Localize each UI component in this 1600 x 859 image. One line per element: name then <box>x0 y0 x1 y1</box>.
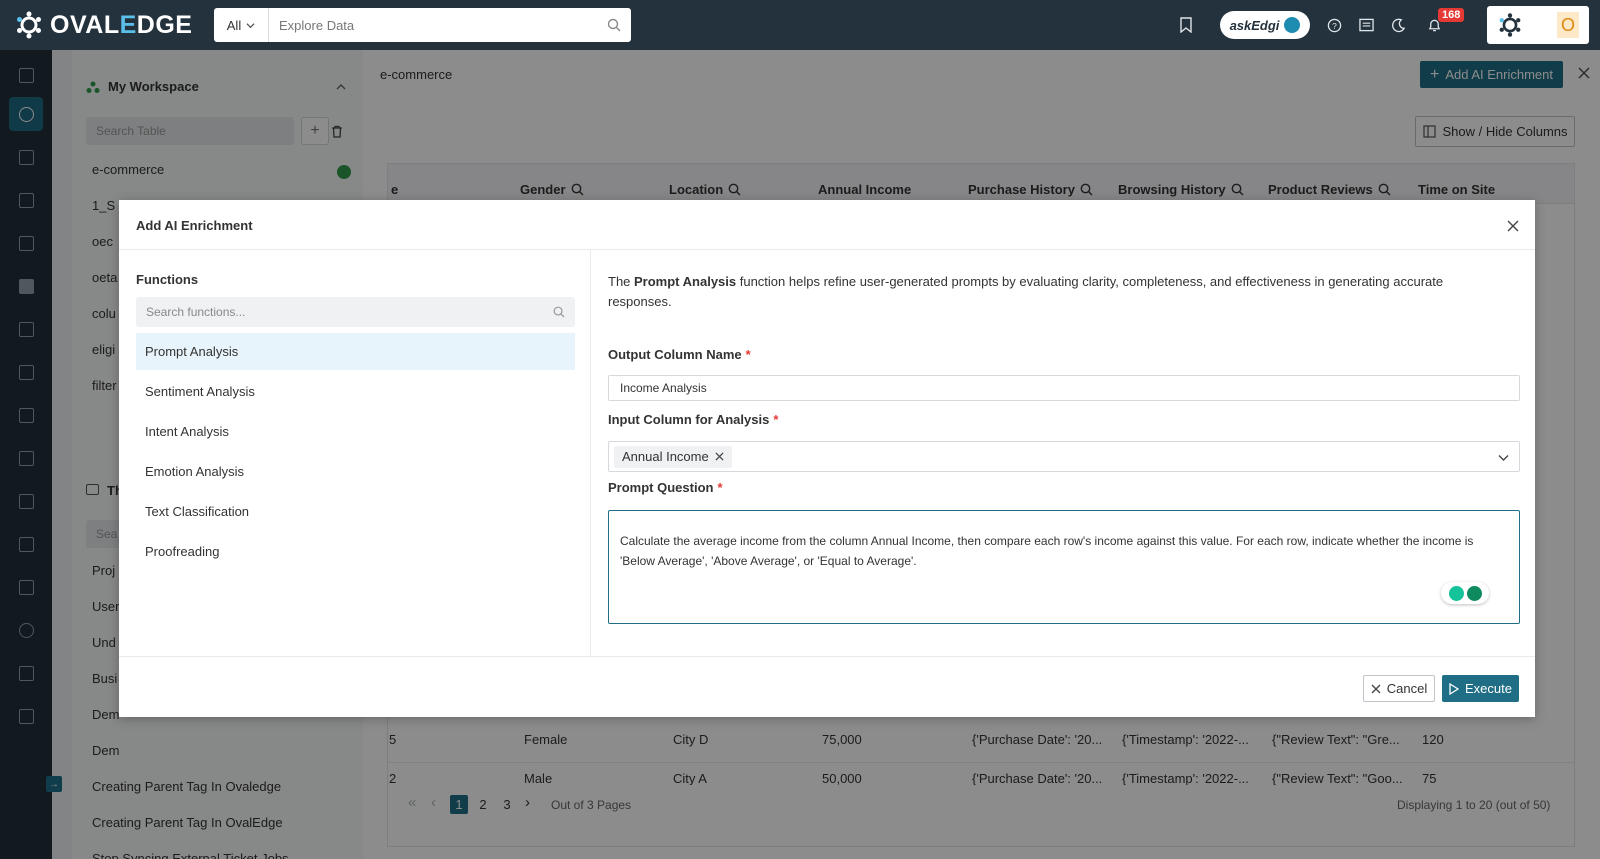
functions-search <box>136 297 575 327</box>
input-column-label: Input Column for Analysis * <box>608 412 779 427</box>
logo-mark-icon <box>17 11 41 39</box>
prompt-question-label: Prompt Question * <box>608 480 723 495</box>
chip-label: Annual Income <box>622 449 709 464</box>
function-description: The Prompt Analysis function helps refin… <box>608 274 1444 309</box>
search-scope-label: All <box>226 17 242 33</box>
dialog-title: Add AI Enrichment <box>136 218 253 233</box>
functions-search-input[interactable] <box>146 305 526 319</box>
execute-button[interactable]: Execute <box>1442 675 1519 702</box>
grammarly-icon <box>1466 585 1482 601</box>
search-input[interactable] <box>269 17 597 33</box>
output-column-input[interactable]: Income Analysis <box>608 375 1520 401</box>
help-icon[interactable]: ? <box>1324 15 1344 35</box>
execute-label: Execute <box>1465 681 1512 696</box>
function-item-intent-analysis[interactable]: Intent Analysis <box>136 413 575 450</box>
close-icon <box>1371 684 1381 693</box>
user-menu[interactable]: O <box>1487 6 1589 44</box>
dark-mode-icon[interactable] <box>1388 15 1408 35</box>
askedgi-button[interactable]: askEdgi <box>1220 11 1310 39</box>
function-detail-panel: The Prompt Analysis function helps refin… <box>608 250 1520 656</box>
ovaledge-logo[interactable]: OVALEDGE <box>14 10 192 40</box>
prompt-question-text: Calculate the average income from the co… <box>620 534 1474 568</box>
news-icon[interactable] <box>1356 15 1376 35</box>
remove-chip-icon[interactable] <box>715 452 724 461</box>
cancel-label: Cancel <box>1386 681 1428 696</box>
prompt-question-textarea[interactable]: Calculate the average income from the co… <box>608 510 1520 624</box>
function-item-prompt-analysis[interactable]: Prompt Analysis <box>136 333 575 370</box>
function-item-sentiment-analysis[interactable]: Sentiment Analysis <box>136 373 575 410</box>
notification-count-badge: 168 <box>1438 8 1465 22</box>
search-icon <box>553 306 565 318</box>
functions-label: Functions <box>136 272 199 287</box>
bookmark-icon[interactable] <box>1176 15 1196 35</box>
org-logo-icon <box>1499 13 1521 37</box>
chevron-down-icon <box>246 22 255 28</box>
global-search: All <box>214 8 631 42</box>
grammarly-widget[interactable] <box>1441 582 1489 604</box>
askedgi-label: askEdgi <box>1229 17 1280 33</box>
logo-text: OVALEDGE <box>50 10 193 39</box>
function-item-emotion-analysis[interactable]: Emotion Analysis <box>136 453 575 490</box>
close-icon[interactable] <box>1507 220 1519 232</box>
add-ai-enrichment-dialog: Add AI Enrichment Functions Prompt Analy… <box>119 200 1535 717</box>
input-column-select[interactable]: Annual Income <box>608 441 1520 472</box>
play-icon <box>1449 682 1459 695</box>
dialog-footer: Cancel Execute <box>119 656 1535 717</box>
svg-text:?: ? <box>1332 20 1337 30</box>
lightbulb-icon <box>1448 585 1464 601</box>
avatar: O <box>1557 12 1579 38</box>
selected-column-chip: Annual Income <box>614 445 732 468</box>
top-bar: OVALEDGE All askEdgi ? 168 O <box>0 0 1600 50</box>
function-item-proofreading[interactable]: Proofreading <box>136 533 575 570</box>
dialog-header: Add AI Enrichment <box>119 200 1535 250</box>
chevron-down-icon[interactable] <box>1498 452 1509 463</box>
askedgi-icon <box>1284 17 1301 33</box>
functions-panel: Functions Prompt Analysis Sentiment Anal… <box>119 250 591 656</box>
function-item-text-classification[interactable]: Text Classification <box>136 493 575 530</box>
output-column-label: Output Column Name * <box>608 347 751 362</box>
search-scope-dropdown[interactable]: All <box>214 8 269 42</box>
cancel-button[interactable]: Cancel <box>1363 675 1435 702</box>
search-icon[interactable] <box>597 18 631 32</box>
